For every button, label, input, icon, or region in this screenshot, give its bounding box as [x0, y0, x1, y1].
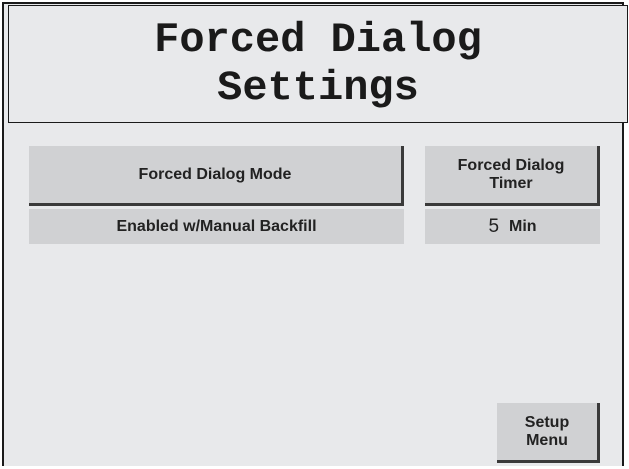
setup-label-line-1: Setup — [524, 413, 570, 431]
timer-value-number: 5 — [488, 215, 500, 237]
forced-dialog-mode-label: Forced Dialog Mode — [138, 165, 292, 183]
forced-dialog-mode-button[interactable]: Forced Dialog Mode — [29, 146, 404, 206]
timer-value-unit: Min — [509, 217, 537, 235]
setup-label-line-2: Menu — [526, 431, 568, 449]
forced-dialog-timer-button[interactable]: Forced Dialog Timer — [425, 146, 600, 206]
timer-label-line-1: Forced Dialog — [457, 156, 565, 174]
title-line-1: Forced Dialog — [154, 16, 482, 64]
forced-dialog-timer-label: Forced Dialog Timer — [458, 157, 565, 193]
title-line-2: Settings — [217, 64, 419, 112]
setup-menu-label: Setup Menu — [525, 414, 569, 450]
page-title: Forced Dialog Settings — [8, 5, 628, 123]
setup-menu-button[interactable]: Setup Menu — [497, 403, 600, 463]
timer-label-line-2: Timer — [489, 174, 533, 192]
forced-dialog-timer-value: 5 Min — [425, 209, 600, 244]
mode-value-text: Enabled w/Manual Backfill — [116, 217, 317, 235]
forced-dialog-mode-value: Enabled w/Manual Backfill — [29, 209, 404, 244]
